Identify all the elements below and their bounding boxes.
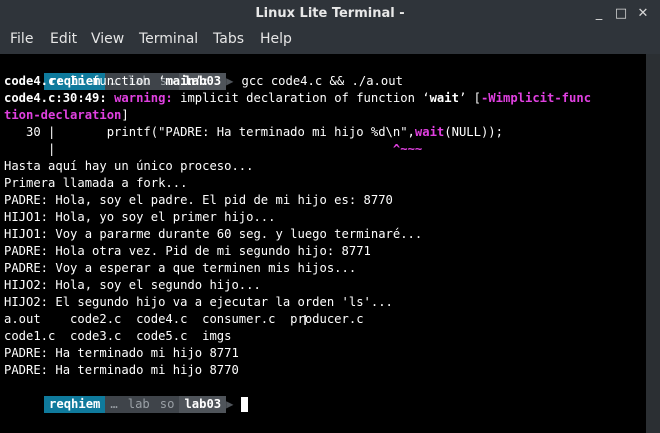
close-button[interactable]: ✕ xyxy=(634,5,652,23)
output-line: HIJO2: Hola, soy el segundo hijo... xyxy=(4,278,261,292)
shell-prompt: reqhiem… lab so lab03 ▶ gcc code4.c && ./a.ou… xyxy=(0,56,403,90)
typed-command: gcc code4.c && ./a.out xyxy=(241,74,403,88)
compiler-line-3: tion-declaration] xyxy=(4,108,129,122)
scrollbar[interactable] xyxy=(646,54,660,433)
terminal-output[interactable]: reqhiem… lab so lab03 ▶ gcc code4.c && ./a.ou… xyxy=(0,54,646,433)
ibeam-cursor-icon: Ⅰ xyxy=(303,313,308,329)
menu-help[interactable]: Help xyxy=(260,31,292,47)
compiler-line-5: | ^~~~ xyxy=(4,142,423,156)
output-line: HIJO1: Voy a pararme durante 60 seg. y l… xyxy=(4,227,423,241)
prompt-arrow-icon: ▶ xyxy=(226,397,234,411)
output-line: PADRE: Hola otra vez. Pid de mi segundo … xyxy=(4,244,371,258)
prompt-ellipsis: … xyxy=(105,396,123,413)
prompt-user: reqhiem xyxy=(44,396,106,413)
prompt-dir-lab03: lab03 xyxy=(179,396,227,413)
output-line: HIJO2: El segundo hijo va a ejecutar la … xyxy=(4,295,393,309)
text-cursor xyxy=(241,397,249,412)
output-line: a.out code2.c code4.c consumer.c produce… xyxy=(4,312,364,326)
output-line: Hasta aquí hay un único proceso... xyxy=(4,159,254,173)
minimize-button[interactable]: _ xyxy=(590,5,608,23)
terminal-window: Linux Lite Terminal - _ □ ✕ File Edit Vi… xyxy=(0,0,660,433)
output-line: PADRE: Ha terminado mi hijo 8771 xyxy=(4,346,239,360)
output-line: PADRE: Voy a esperar a que terminen mis … xyxy=(4,261,357,275)
output-line: HIJO1: Hola, yo soy el primer hijo... xyxy=(4,210,276,224)
prompt-dir-so: so xyxy=(154,396,180,413)
shell-prompt: reqhiem… lab so lab03 ▶ xyxy=(0,379,249,413)
menu-bar: File Edit View Terminal Tabs Help xyxy=(0,28,660,52)
output-line: code1.c code3.c code5.c imgs xyxy=(4,329,232,343)
prompt-dir-lab: lab xyxy=(122,396,155,413)
prompt-arrow-icon: ▶ xyxy=(226,74,234,88)
menu-tabs[interactable]: Tabs xyxy=(213,31,244,47)
output-line: PADRE: Ha terminado mi hijo 8770 xyxy=(4,363,239,377)
title-bar[interactable]: Linux Lite Terminal - _ □ ✕ xyxy=(0,0,660,28)
compiler-line-4: 30 | printf("PADRE: Ha terminado mi hijo… xyxy=(4,125,503,139)
menu-file[interactable]: File xyxy=(10,31,33,47)
compiler-line-1: code4.c: In function ‘main’: xyxy=(4,74,210,88)
output-line: Primera llamada a fork... xyxy=(4,176,188,190)
output-line: PADRE: Hola, soy el padre. El pid de mi … xyxy=(4,193,393,207)
menu-view[interactable]: View xyxy=(91,31,124,47)
window-title: Linux Lite Terminal - xyxy=(255,6,405,21)
compiler-line-2: code4.c:30:49: warning: implicit declara… xyxy=(4,91,592,105)
maximize-button[interactable]: □ xyxy=(612,5,630,23)
menu-terminal[interactable]: Terminal xyxy=(139,31,198,47)
menu-edit[interactable]: Edit xyxy=(50,31,77,47)
